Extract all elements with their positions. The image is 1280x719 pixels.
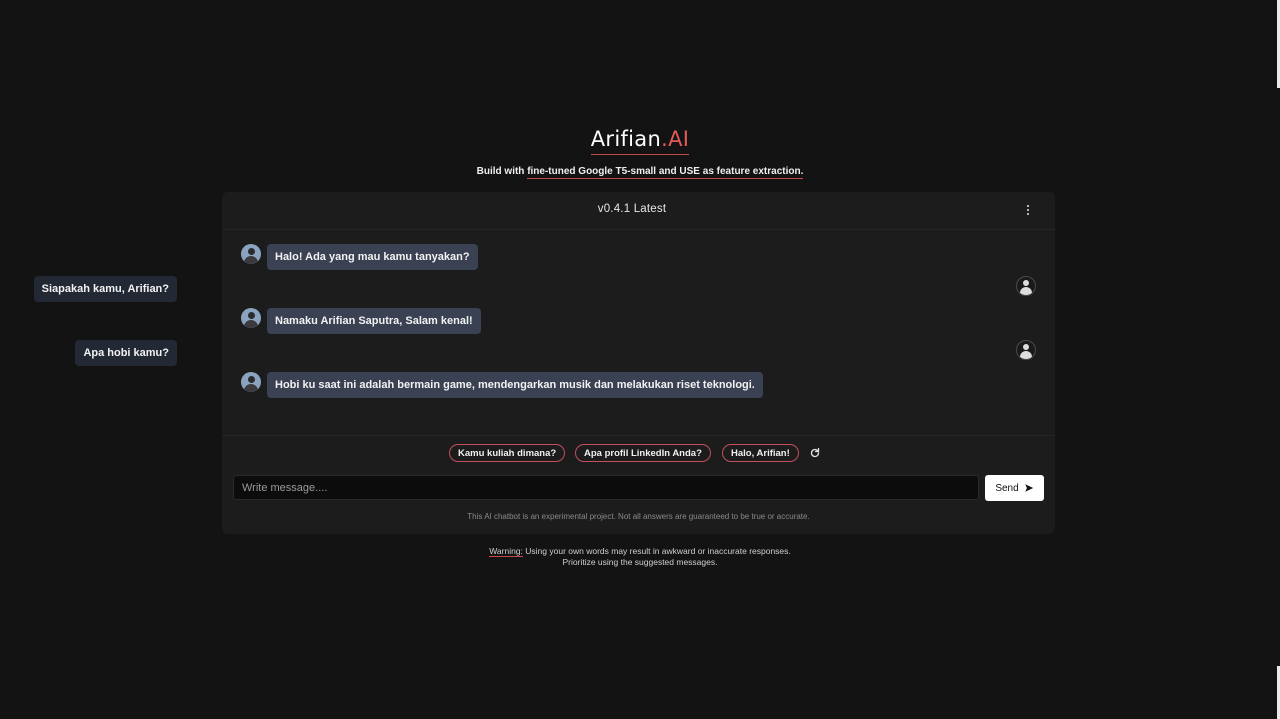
warning-label: Warning: — [489, 546, 523, 557]
warning-note: Warning: Using your own words may result… — [0, 546, 1280, 568]
warning-line1: Using your own words may result in awkwa… — [522, 546, 791, 556]
send-button[interactable]: Send — [985, 475, 1044, 501]
message-bubble: Hobi ku saat ini adalah bermain game, me… — [267, 372, 763, 398]
user-avatar-icon — [1016, 276, 1036, 296]
user-avatar-icon — [1016, 340, 1036, 360]
disclaimer-text: This AI chatbot is an experimental proje… — [467, 512, 810, 521]
message-input[interactable] — [233, 475, 979, 500]
brand-accent: .AI — [661, 127, 690, 151]
message-bubble: Apa hobi kamu? — [75, 340, 177, 366]
vertical-ellipsis-icon[interactable] — [1022, 202, 1034, 218]
refresh-icon[interactable] — [809, 447, 821, 459]
suggestion-chip[interactable]: Halo, Arifian! — [722, 444, 799, 462]
bot-avatar — [241, 372, 261, 392]
warning-line2: Prioritize using the suggested messages. — [562, 557, 718, 567]
suggestion-chip[interactable]: Kamu kuliah dimana? — [449, 444, 566, 462]
chat-header: v0.4.1 Latest — [222, 192, 1055, 230]
chat-card: v0.4.1 Latest Halo! Ada yang mau kamu ta… — [33, 192, 1055, 534]
brand-title: Arifian.AI — [0, 126, 1280, 155]
version-label: v0.4.1 Latest — [597, 203, 667, 215]
bot-avatar — [241, 244, 261, 264]
subtitle-prefix: Build with — [476, 166, 528, 177]
message-bubble: Siapakah kamu, Arifian? — [33, 276, 177, 302]
subtitle: Build with fine-tuned Google T5-small an… — [0, 166, 1280, 179]
suggestion-chip[interactable]: Apa profil LinkedIn Anda? — [575, 444, 711, 462]
message-bubble: Halo! Ada yang mau kamu tanyakan? — [267, 244, 478, 270]
brand-name: Arifian — [590, 127, 662, 151]
subtitle-link[interactable]: fine-tuned Google T5-small and USE as fe… — [527, 166, 804, 179]
send-label: Send — [995, 482, 1019, 494]
divider — [222, 435, 1055, 436]
bot-avatar — [241, 308, 261, 328]
message-bubble: Namaku Arifian Saputra, Salam kenal! — [267, 308, 481, 334]
send-arrow-icon — [1024, 484, 1033, 492]
